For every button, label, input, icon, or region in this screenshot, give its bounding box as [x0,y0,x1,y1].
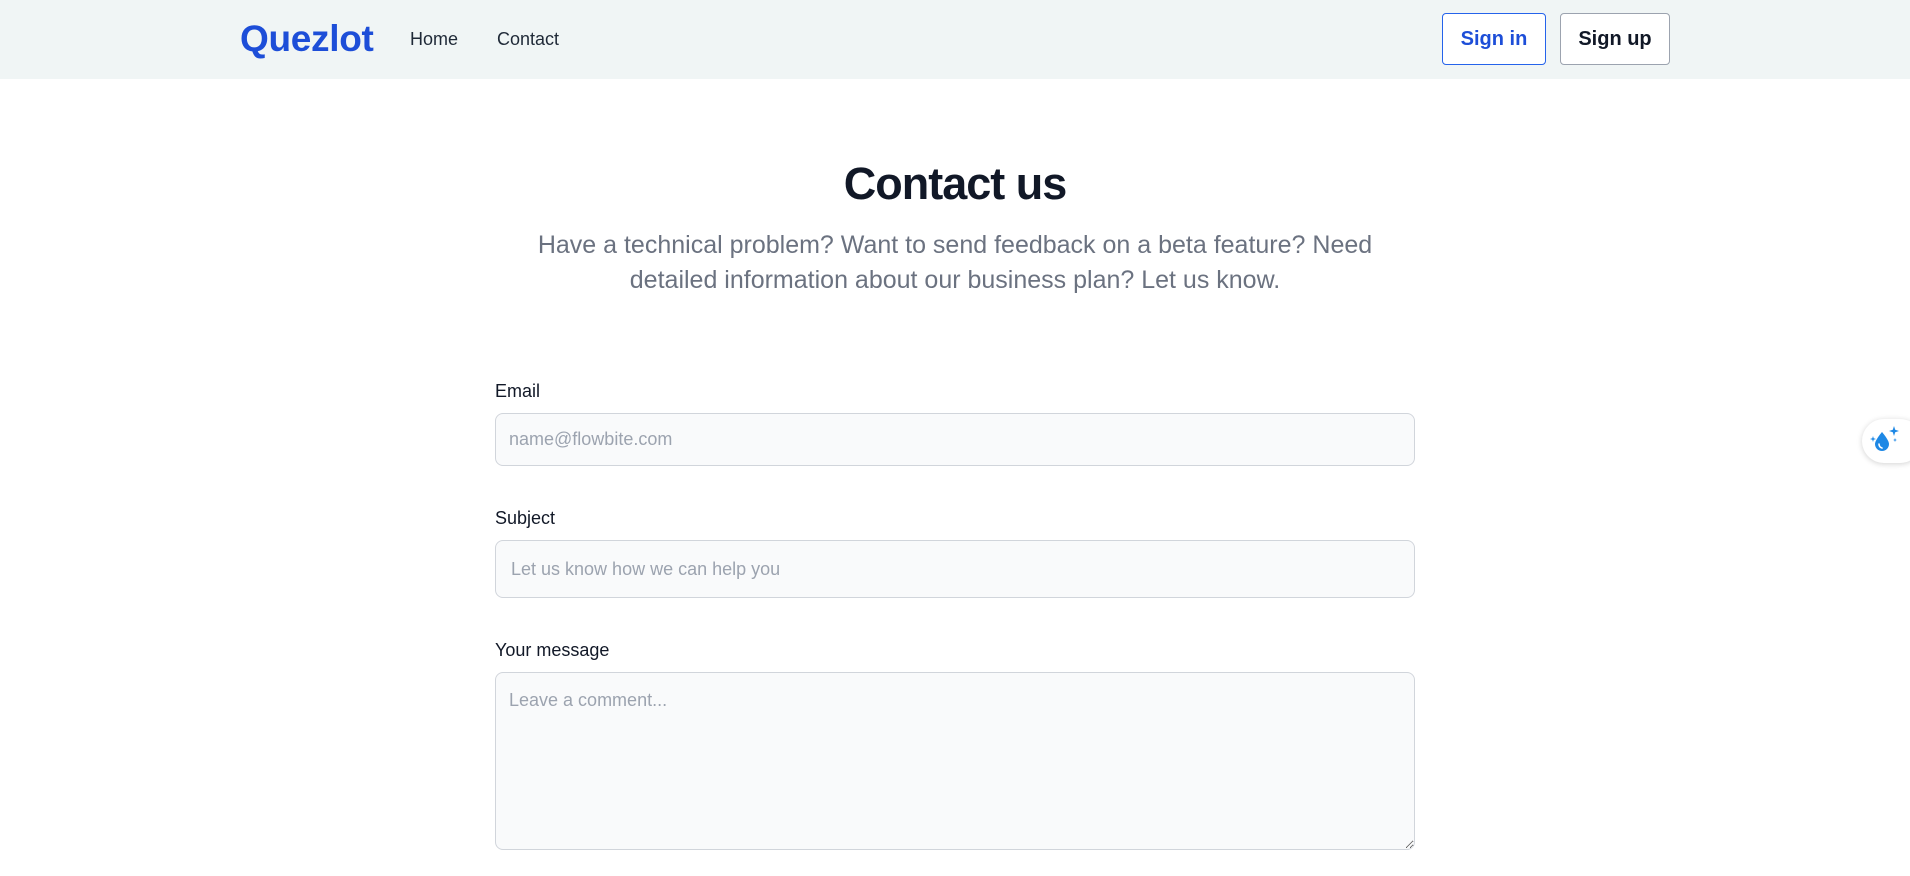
sign-up-button[interactable]: Sign up [1560,13,1670,65]
email-label: Email [495,381,541,401]
sign-in-button[interactable]: Sign in [1442,13,1546,65]
subject-label: Subject [495,508,556,528]
navbar: Quezlot Home Contact Sign in Sign up [0,0,1910,79]
page-title: Contact us [843,158,1068,209]
nav-link-contact[interactable]: Contact [497,29,559,50]
message-label: Your message [495,640,610,660]
sparkle-drop-icon [1870,424,1902,459]
email-field[interactable] [495,413,1415,466]
message-textarea[interactable] [495,672,1415,850]
subject-field[interactable] [495,540,1415,598]
page-subtitle: Have a technical problem? Want to send f… [537,231,1373,294]
floating-assistant-button[interactable] [1862,419,1910,463]
nav-link-home[interactable]: Home [410,29,458,50]
brand-logo[interactable]: Quezlot [240,18,374,60]
